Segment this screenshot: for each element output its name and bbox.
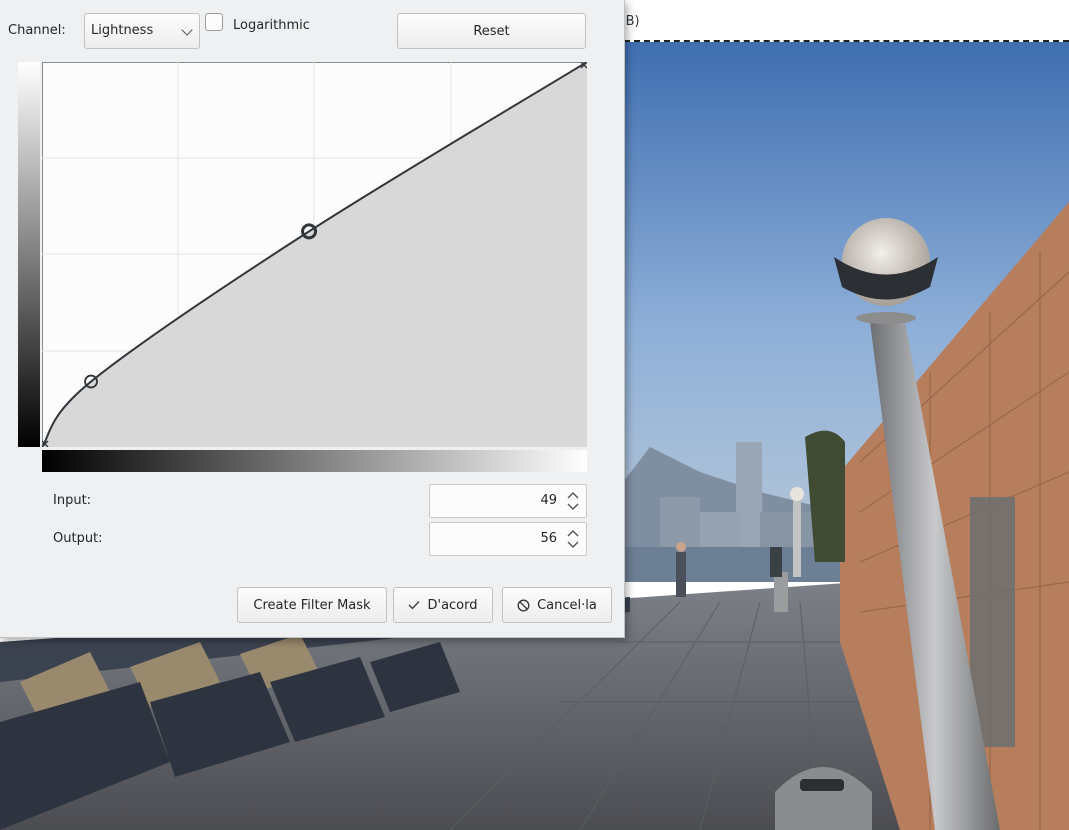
checkmark-icon — [409, 601, 420, 610]
ok-button-label: D'acord — [427, 597, 478, 613]
logarithmic-checkbox[interactable] — [205, 13, 223, 31]
input-gradient-bar — [42, 450, 587, 472]
output-value: 56 — [540, 531, 557, 546]
create-filter-mask-button[interactable]: Create Filter Mask — [237, 587, 387, 623]
channel-select-value: Lightness — [91, 23, 154, 38]
ok-button[interactable]: D'acord — [393, 587, 493, 623]
input-label: Input: — [53, 493, 92, 508]
curves-dialog: Channel: Lightness Logarithmic Reset Inp… — [0, 0, 625, 638]
spin-arrows-icon[interactable] — [566, 527, 580, 551]
output-gradient-bar — [18, 62, 40, 447]
channel-label: Channel: — [8, 23, 66, 38]
output-label: Output: — [53, 531, 103, 546]
cancel-button[interactable]: Cancel·la — [502, 587, 612, 623]
logarithmic-label: Logarithmic — [233, 18, 310, 33]
cancel-icon — [517, 599, 530, 611]
reset-button-label: Reset — [473, 23, 510, 39]
input-spinbox[interactable]: 49 — [429, 484, 587, 518]
reset-button[interactable]: Reset — [397, 13, 586, 49]
input-value: 49 — [540, 493, 557, 508]
chevron-down-icon — [181, 24, 193, 36]
output-spinbox[interactable]: 56 — [429, 522, 587, 556]
cancel-button-label: Cancel·la — [537, 597, 597, 613]
channel-select[interactable]: Lightness — [84, 13, 200, 49]
spin-arrows-icon[interactable] — [566, 489, 580, 513]
curve-graph[interactable] — [42, 62, 587, 447]
create-filter-mask-label: Create Filter Mask — [253, 597, 371, 613]
